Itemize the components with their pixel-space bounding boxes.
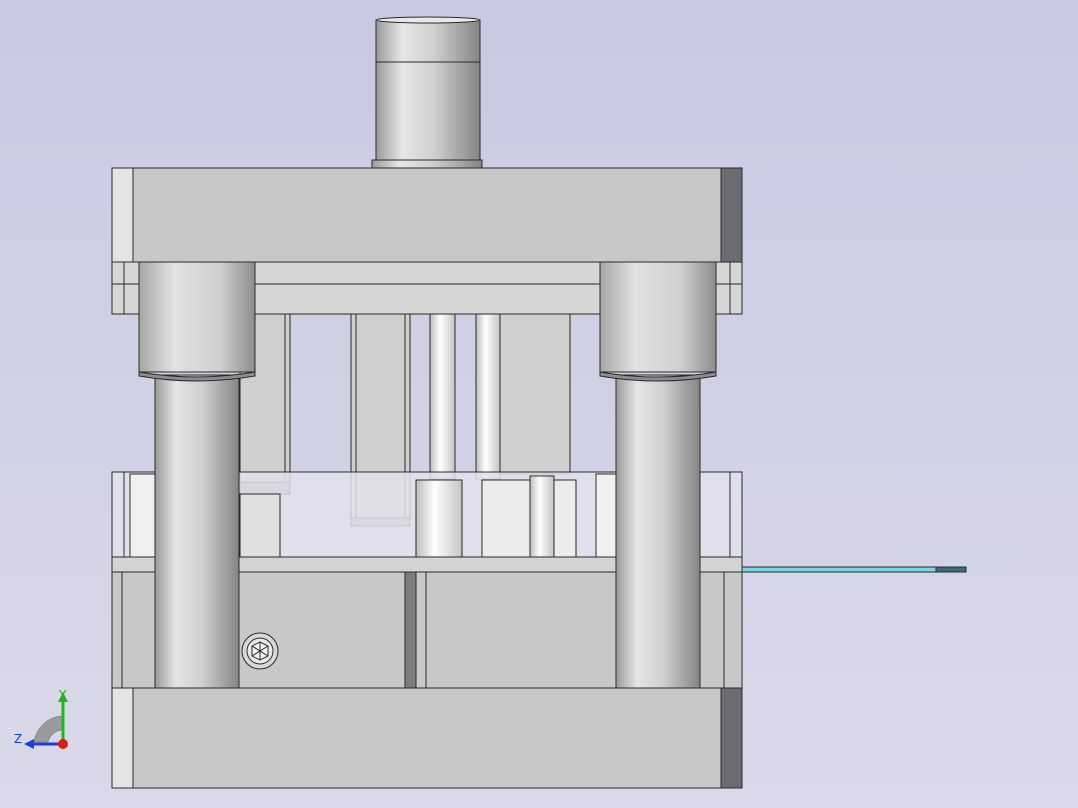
guide-bushing-right (599, 261, 717, 382)
top-plate (111, 167, 743, 263)
guide-bushing-left (138, 261, 256, 382)
triad-rotation-arc (33, 715, 63, 743)
strip-material (741, 566, 967, 573)
z-axis-arrow (24, 739, 34, 749)
guide-post-right (615, 374, 701, 689)
shank (371, 16, 483, 169)
triad-z-label: Z (14, 732, 23, 746)
guide-post-left (154, 374, 240, 689)
bottom-plate (111, 687, 743, 789)
cad-viewport[interactable]: Y Z (0, 0, 1078, 808)
x-axis-point (58, 739, 68, 749)
socket-screw (241, 632, 279, 670)
orientation-triad[interactable] (0, 680, 90, 760)
die-set-model[interactable] (0, 0, 1078, 808)
triad-y-label: Y (59, 688, 67, 702)
